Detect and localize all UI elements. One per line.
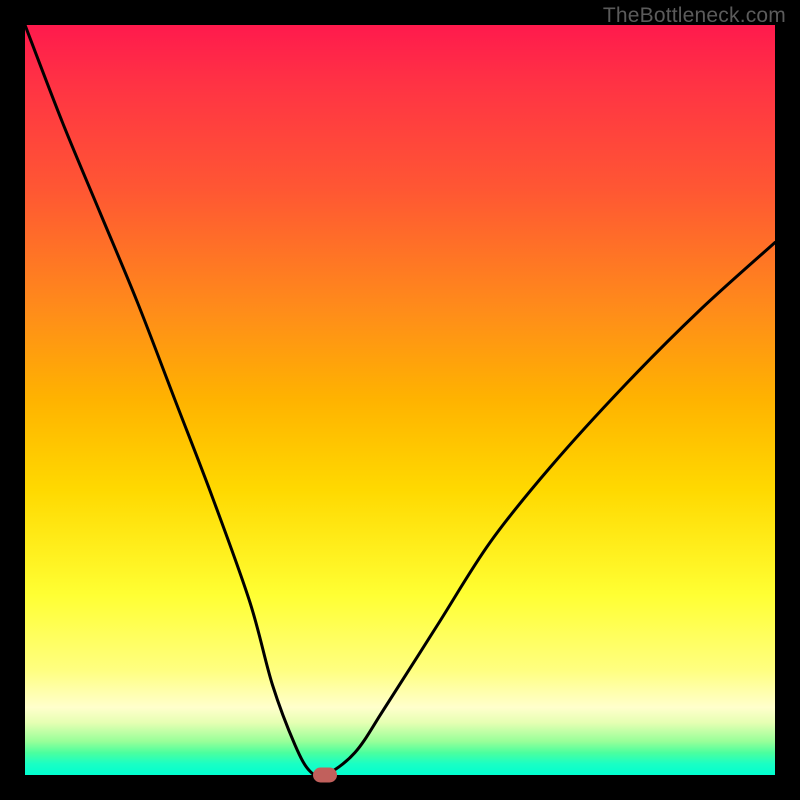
plot-area: [25, 25, 775, 775]
bottleneck-curve: [25, 25, 775, 775]
watermark-text: TheBottleneck.com: [603, 4, 786, 28]
curve-svg: [25, 25, 775, 775]
optimal-marker: [313, 768, 337, 783]
chart-frame: TheBottleneck.com: [0, 0, 800, 800]
